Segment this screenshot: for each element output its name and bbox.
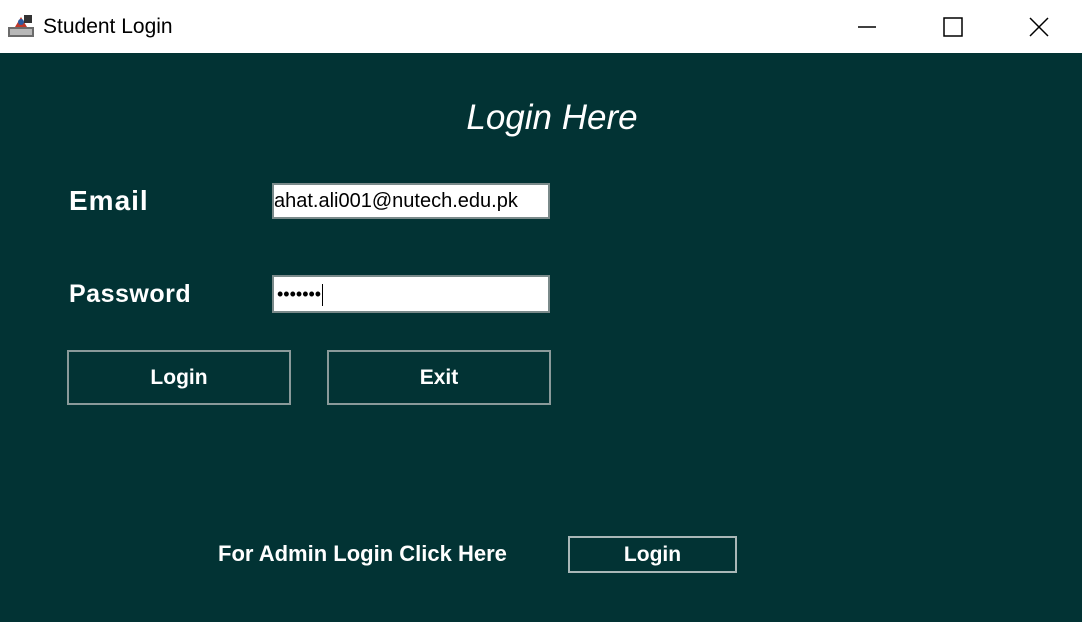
email-field[interactable]: ahat.ali001@nutech.edu.pk bbox=[272, 183, 550, 219]
admin-login-button[interactable]: Login bbox=[568, 536, 737, 573]
java-app-icon bbox=[7, 13, 35, 39]
window-title: Student Login bbox=[43, 15, 173, 38]
minimize-button[interactable] bbox=[824, 0, 910, 53]
password-label: Password bbox=[69, 280, 192, 308]
maximize-button[interactable] bbox=[910, 0, 996, 53]
close-button[interactable] bbox=[996, 0, 1082, 53]
login-button[interactable]: Login bbox=[67, 350, 291, 405]
email-value: ahat.ali001@nutech.edu.pk bbox=[274, 190, 518, 212]
page-title: Login Here bbox=[466, 98, 638, 137]
exit-button[interactable]: Exit bbox=[327, 350, 551, 405]
title-bar[interactable]: Student Login bbox=[0, 0, 1082, 53]
text-caret bbox=[322, 284, 324, 307]
login-panel: Login Here Email ahat.ali001@nutech.edu.… bbox=[0, 53, 1082, 622]
close-icon bbox=[1029, 16, 1049, 37]
admin-login-prompt: For Admin Login Click Here bbox=[218, 541, 507, 566]
maximize-icon bbox=[943, 16, 963, 37]
password-value: ••••••• bbox=[277, 284, 322, 304]
minimize-icon bbox=[858, 25, 876, 28]
email-label: Email bbox=[69, 185, 149, 216]
login-window: Student Login Login Here Email ahat.ali0… bbox=[0, 0, 1082, 622]
password-field[interactable]: ••••••• bbox=[272, 275, 550, 313]
